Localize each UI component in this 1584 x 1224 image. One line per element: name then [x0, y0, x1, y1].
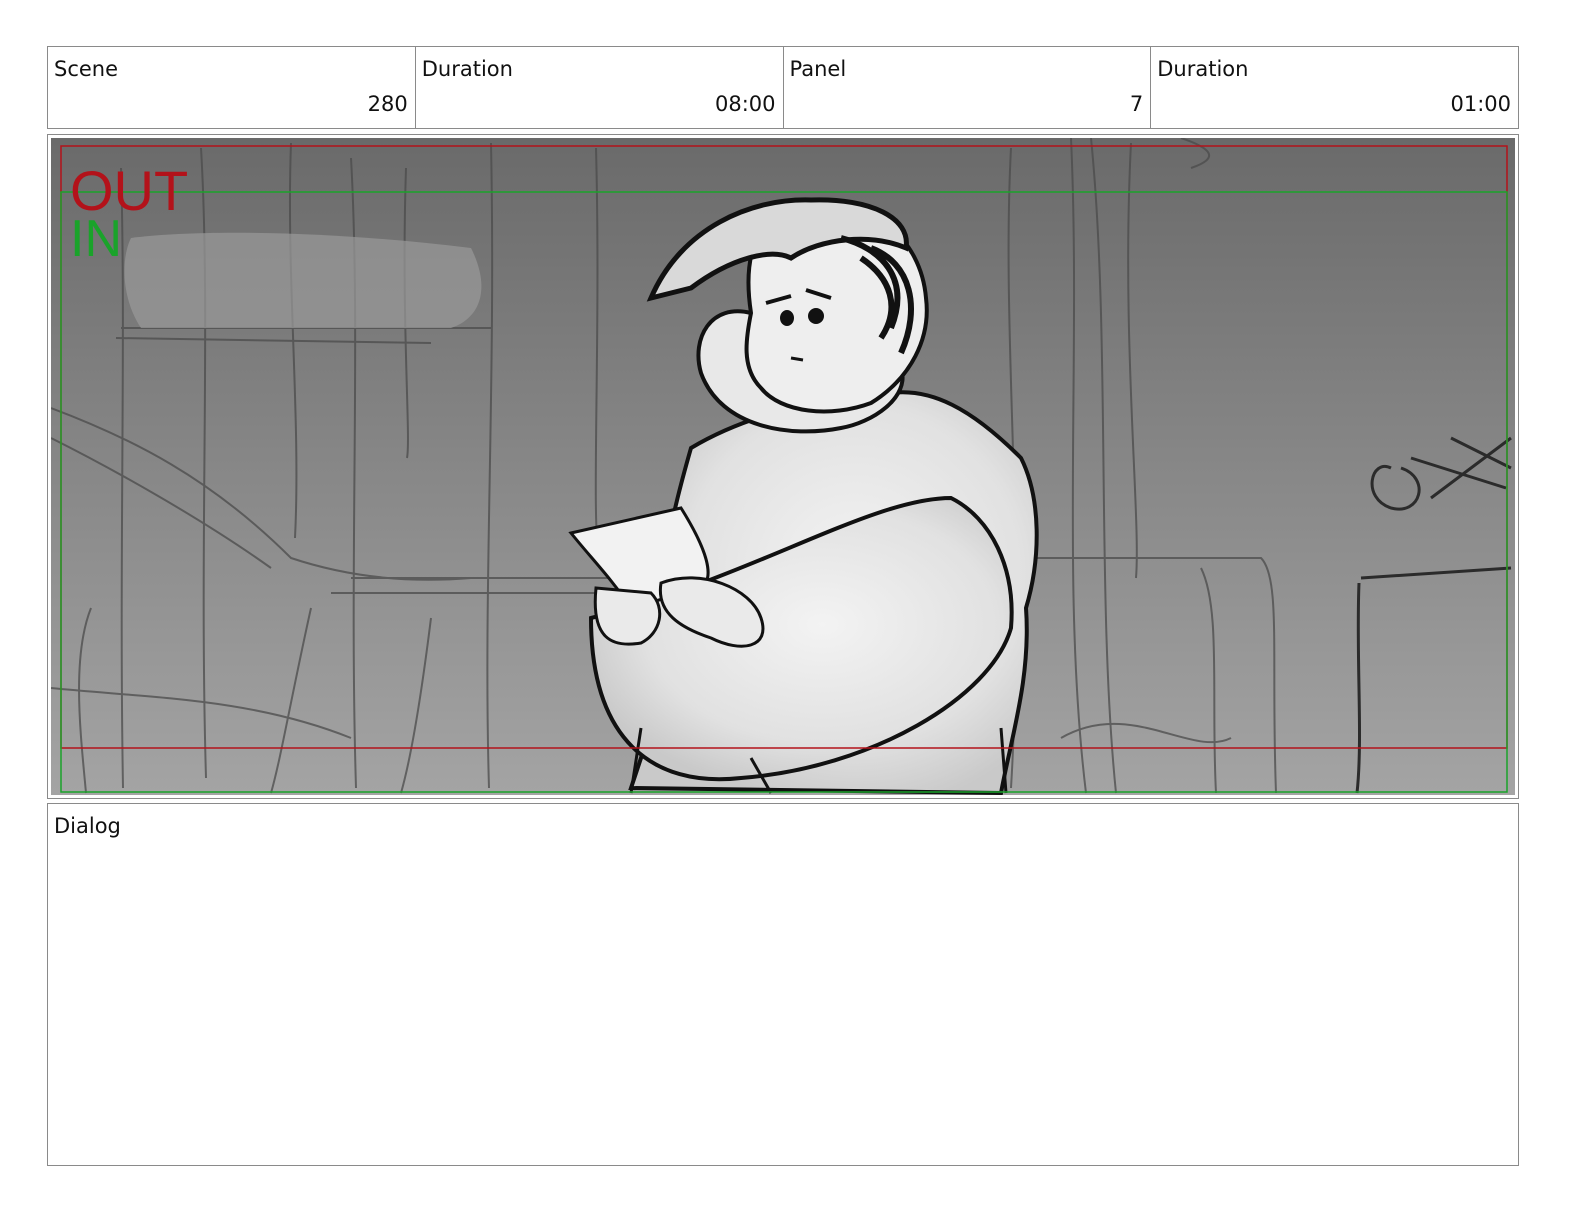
panel-duration-value: 01:00: [1450, 92, 1511, 116]
panel-duration-label: Duration: [1157, 57, 1249, 81]
panel-value: 7: [1129, 92, 1144, 116]
storyboard-panel: OUT IN: [47, 134, 1519, 799]
dialog-label: Dialog: [54, 814, 121, 838]
scene-value: 280: [367, 92, 408, 116]
panel-cell: Panel 7: [784, 47, 1152, 128]
scene-duration-label: Duration: [421, 57, 513, 81]
scene-duration-cell: Duration 08:00: [416, 47, 784, 128]
scene-label: Scene: [54, 57, 119, 81]
dialog-box: Dialog: [47, 803, 1519, 1166]
scene-cell: Scene 280: [48, 47, 416, 128]
in-label: IN: [70, 210, 122, 268]
panel-info-header: Scene 280 Duration 08:00 Panel 7 Duratio…: [47, 46, 1519, 129]
panel-label: Panel: [789, 57, 847, 81]
storyboard-drawing: OUT IN: [51, 138, 1515, 795]
panel-duration-cell: Duration 01:00: [1151, 47, 1518, 128]
scene-duration-value: 08:00: [714, 92, 776, 116]
pillow-sketch: [124, 232, 482, 328]
